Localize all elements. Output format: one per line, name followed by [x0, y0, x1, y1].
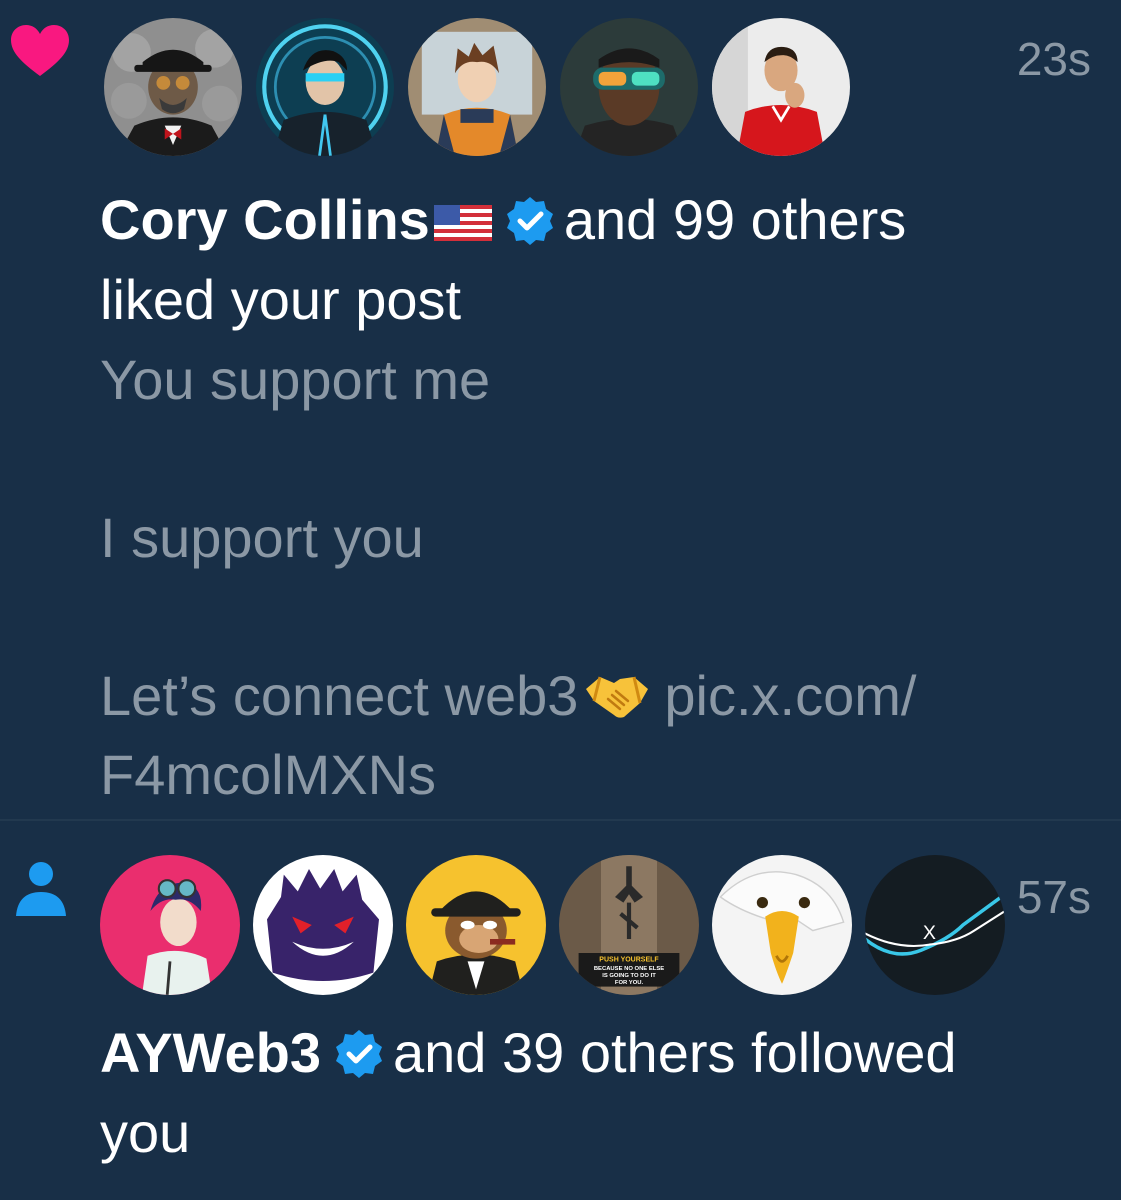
action-text-continued: you — [100, 1101, 191, 1164]
notification-headline: Cory Collins and 99 others liked your pos… — [100, 180, 1090, 340]
notification-headline: AYWeb3 and 39 others followed you — [100, 1013, 1090, 1173]
avatar-anime-jacket[interactable] — [408, 18, 546, 156]
timestamp: 23s — [1016, 33, 1091, 85]
avatar-anime-goggles[interactable] — [100, 855, 240, 995]
avatar-ape-hat[interactable] — [406, 855, 546, 995]
post-link[interactable]: pic.x.com/ — [664, 664, 916, 727]
action-text: and 99 others — [563, 188, 907, 251]
notification-like[interactable]: 23s Cory Collins and 99 others liked your… — [0, 0, 1121, 819]
svg-text:PUSH YOURSELF: PUSH YOURSELF — [599, 956, 659, 963]
avatar-push-yourself[interactable]: PUSH YOURSELF BECAUSE NO ONE ELSE IS GOI… — [559, 855, 699, 995]
avatar-visor-man[interactable] — [560, 18, 698, 156]
post-line: You support me — [100, 348, 491, 411]
heart-icon — [9, 24, 71, 78]
user-name[interactable]: AYWeb3 — [100, 1021, 321, 1084]
post-line: I support you — [100, 506, 424, 569]
avatar-eagle[interactable] — [712, 855, 852, 995]
verified-badge-icon — [504, 188, 556, 245]
avatar-cyber-hero[interactable] — [256, 18, 394, 156]
svg-text:FOR YOU.: FOR YOU. — [615, 980, 644, 986]
avatar-gasmask-suit[interactable] — [104, 18, 242, 156]
post-preview[interactable]: You support me I support you Let’s connect… — [100, 340, 1080, 814]
x-logo-text: X — [923, 922, 936, 944]
us-flag-icon — [433, 182, 492, 241]
avatar-gengar[interactable] — [253, 855, 393, 995]
verified-badge-icon — [333, 1021, 385, 1078]
liker-avatars — [104, 18, 850, 156]
post-link-continued[interactable]: F4mcolMXNs — [100, 743, 436, 806]
follower-avatars: PUSH YOURSELF BECAUSE NO ONE ELSE IS GOI… — [100, 855, 1005, 995]
avatar-x-chart[interactable]: X — [865, 855, 1005, 995]
avatar-red-shirt-man[interactable] — [712, 18, 850, 156]
svg-text:BECAUSE NO ONE ELSE: BECAUSE NO ONE ELSE — [594, 966, 664, 972]
svg-text:IS GOING TO DO IT: IS GOING TO DO IT — [602, 973, 656, 979]
user-name[interactable]: Cory Collins — [100, 188, 430, 251]
person-icon — [14, 860, 68, 918]
post-line: Let’s connect web3 — [100, 664, 579, 727]
timestamp: 57s — [1016, 871, 1091, 923]
action-text: and 39 others followed — [393, 1021, 957, 1084]
handshake-icon — [584, 662, 650, 718]
action-text-continued: liked your post — [100, 268, 462, 331]
